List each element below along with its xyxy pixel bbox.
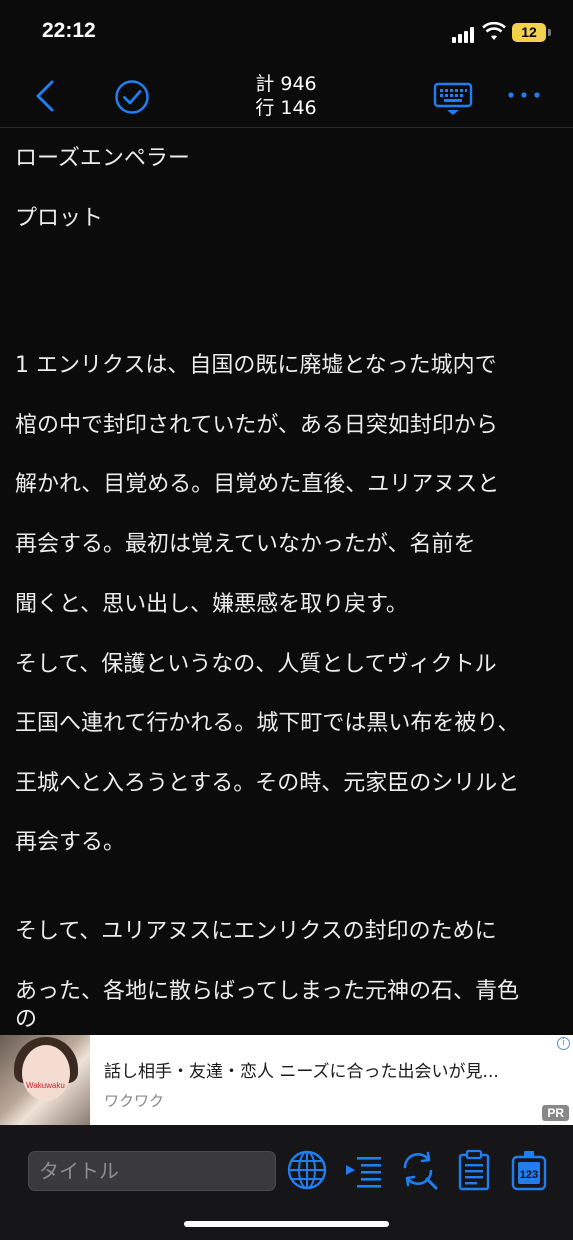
text-line: 聞くと、思い出し、嫌悪感を取り戻す。 xyxy=(15,592,408,617)
bottom-toolbar: 123 xyxy=(0,1125,573,1240)
text-line: 王国へ連れて行かれる。城下町では黒い布を被り、 xyxy=(15,711,520,736)
text-line: ローズエンペラー xyxy=(15,146,190,171)
text-line: 再会する。最初は覚えていなかったが、名前を xyxy=(15,532,476,557)
back-chevron-icon[interactable] xyxy=(30,78,60,114)
globe-icon[interactable] xyxy=(286,1149,328,1191)
text-line: あった、各地に散らばってしまった元神の石、青色 xyxy=(15,979,520,1004)
line-count: 行 146 xyxy=(255,97,317,119)
keyboard-dismiss-icon[interactable] xyxy=(433,82,473,116)
battery-cap xyxy=(548,29,551,36)
checkmark-circle-icon[interactable] xyxy=(114,79,150,115)
status-bar: 22:12 12 xyxy=(0,0,573,64)
ad-pr-badge: PR xyxy=(542,1105,569,1121)
character-line-counter: 計 946 行 146 xyxy=(236,72,336,120)
search-replace-icon[interactable] xyxy=(397,1149,439,1191)
title-input[interactable] xyxy=(28,1151,276,1191)
status-time: 22:12 xyxy=(42,19,96,42)
ad-title[interactable]: 話し相手・友達・恋人 ニーズに合った出会いが見... xyxy=(104,1057,499,1082)
cellular-signal-icon xyxy=(452,27,478,43)
wifi-icon xyxy=(482,22,506,40)
outdent-icon[interactable] xyxy=(343,1149,385,1191)
ad-image[interactable]: Wakuwaku xyxy=(0,1035,90,1125)
svg-text:123: 123 xyxy=(520,1169,538,1181)
ad-image-face xyxy=(22,1045,70,1101)
ad-image-caption: Wakuwaku xyxy=(26,1081,65,1090)
nav-bar: 計 946 行 146 xyxy=(0,64,573,128)
text-line: そして、ユリアヌスにエンリクスの封印のために xyxy=(15,919,497,944)
clipboard-icon[interactable] xyxy=(453,1149,495,1191)
ad-banner[interactable]: Wakuwaku 話し相手・友達・恋人 ニーズに合った出会いが見... ワクワク… xyxy=(0,1035,573,1125)
more-options-icon[interactable] xyxy=(506,90,542,100)
home-indicator xyxy=(184,1221,389,1227)
total-count: 計 946 xyxy=(255,73,317,95)
text-line: そして、保護というなの、人質としてヴィクトル xyxy=(15,652,497,677)
text-line: 再会する。 xyxy=(15,830,126,855)
text-line: の xyxy=(15,1007,38,1032)
number-counter-icon[interactable]: 123 xyxy=(508,1149,550,1191)
text-line: 棺の中で封印されていたが、ある日突如封印から xyxy=(15,413,498,438)
ad-source: ワクワク xyxy=(104,1092,165,1110)
battery-icon: 12 xyxy=(512,23,546,42)
text-line: 解かれ、目覚める。目覚めた直後、ユリアヌスと xyxy=(15,472,500,497)
text-line: プロット xyxy=(15,206,104,231)
text-line: 王城へと入ろうとする。その時、元家臣のシリルと xyxy=(15,771,520,796)
text-line: 1 エンリクスは、自国の既に廃墟となった城内で xyxy=(15,353,497,378)
ad-info-icon[interactable]: i xyxy=(557,1037,570,1050)
